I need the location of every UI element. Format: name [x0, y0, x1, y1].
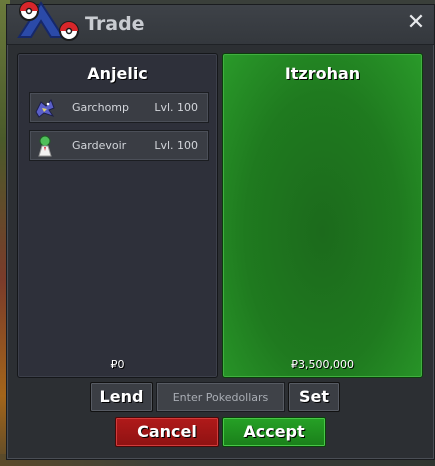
- set-button[interactable]: Set: [288, 382, 340, 412]
- trade-slot-gardevoir[interactable]: Gardevoir Lvl. 100: [29, 130, 209, 161]
- player-name-right: Itzrohan: [284, 64, 361, 83]
- trade-window: Trade ✕ Anjelic Garchomp Lvl. 100 Gardev…: [6, 1, 435, 460]
- gardevoir-icon: [38, 135, 52, 157]
- pokeball-logo-icon: [17, 1, 79, 41]
- close-icon[interactable]: ✕: [406, 12, 426, 34]
- slot-pokemon-level: Lvl. 100: [154, 139, 198, 152]
- title-bar[interactable]: Trade ✕: [7, 1, 434, 45]
- trade-slot-garchomp[interactable]: Garchomp Lvl. 100: [29, 92, 209, 123]
- pokedollars-input[interactable]: [156, 382, 285, 412]
- trade-panel-right: Itzrohan ₽3,500,000: [222, 53, 423, 378]
- cancel-button[interactable]: Cancel: [115, 417, 219, 447]
- slot-pokemon-name: Garchomp: [72, 101, 129, 114]
- money-offer-right: ₽3,500,000: [291, 358, 354, 371]
- slot-pokemon-name: Gardevoir: [72, 139, 127, 152]
- accept-button[interactable]: Accept: [222, 417, 326, 447]
- player-name-left: Anjelic: [87, 64, 148, 83]
- window-title: Trade: [85, 13, 145, 35]
- trade-panel-left: Anjelic Garchomp Lvl. 100 Gardevoir Lvl.…: [17, 53, 218, 378]
- slot-pokemon-level: Lvl. 100: [154, 101, 198, 114]
- money-offer-left: ₽0: [110, 358, 125, 371]
- lend-button[interactable]: Lend: [90, 382, 153, 412]
- garchomp-icon: [35, 99, 55, 118]
